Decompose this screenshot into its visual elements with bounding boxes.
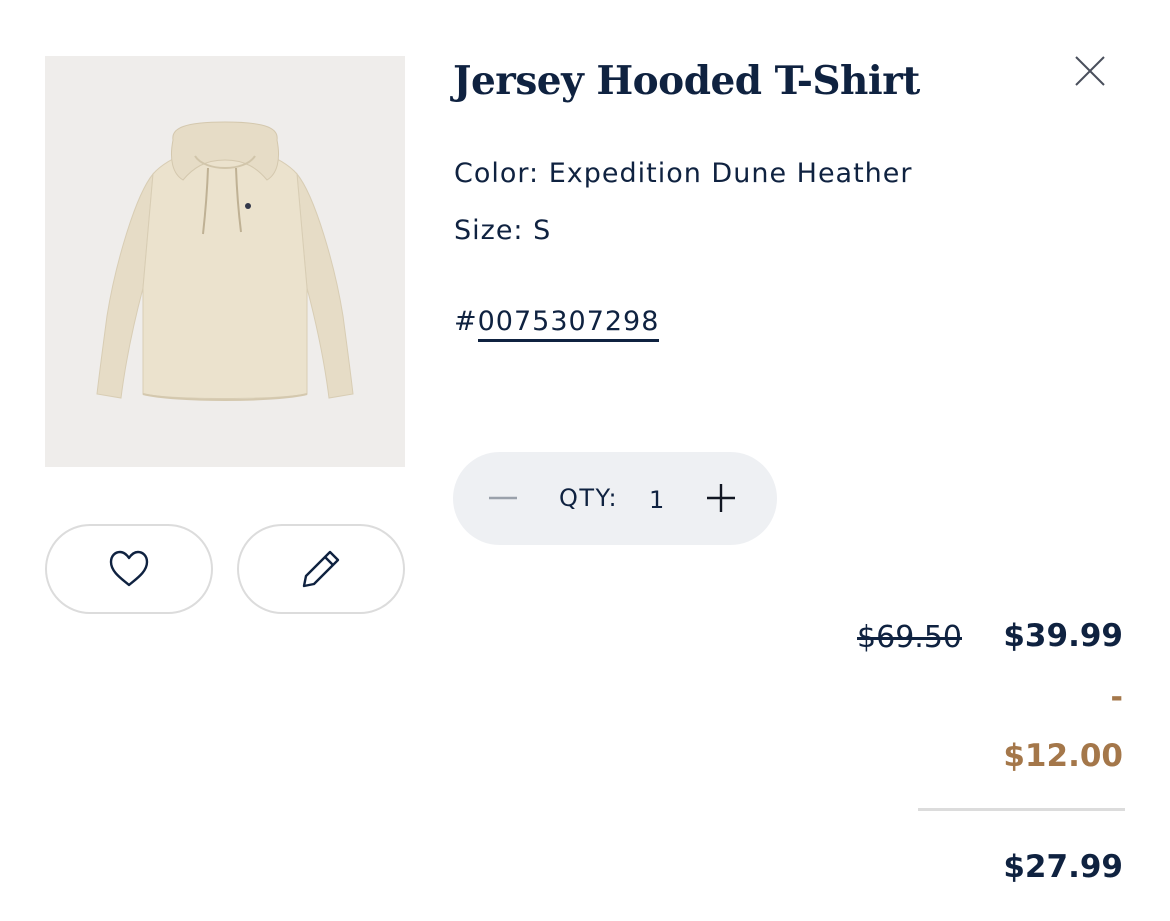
discount-dash: - (1110, 680, 1123, 715)
sku-prefix: # (454, 306, 478, 337)
quantity-stepper: QTY: 1 (453, 452, 777, 545)
product-size: Size: S (454, 215, 552, 246)
heart-icon (109, 550, 149, 587)
product-image (45, 56, 405, 467)
total-price: $27.99 (1003, 849, 1123, 885)
discount-amount: $12.00 (1003, 738, 1123, 774)
cart-item-panel: Jersey Hooded T-Shirt Color: Expedition … (0, 0, 1170, 921)
close-button[interactable] (1070, 51, 1110, 91)
edit-button[interactable] (237, 524, 405, 614)
minus-icon (489, 496, 517, 500)
product-color: Color: Expedition Dune Heather (454, 158, 913, 189)
hooded-tshirt-image (96, 121, 354, 401)
wishlist-button[interactable] (45, 524, 213, 614)
price-divider (918, 808, 1125, 811)
increase-quantity-button[interactable] (705, 482, 737, 514)
original-price: $69.50 (857, 620, 962, 655)
decrease-quantity-button[interactable] (487, 482, 519, 514)
quantity-label: QTY: (559, 484, 619, 512)
pencil-icon (302, 550, 340, 588)
quantity-value: 1 (649, 486, 665, 514)
product-sku-row: #0075307298 (454, 306, 660, 342)
product-title: Jersey Hooded T-Shirt (453, 58, 920, 104)
sale-price: $39.99 (1003, 618, 1123, 654)
plus-icon (707, 484, 735, 512)
close-icon (1075, 56, 1105, 86)
product-sku-link[interactable]: 0075307298 (477, 306, 660, 342)
